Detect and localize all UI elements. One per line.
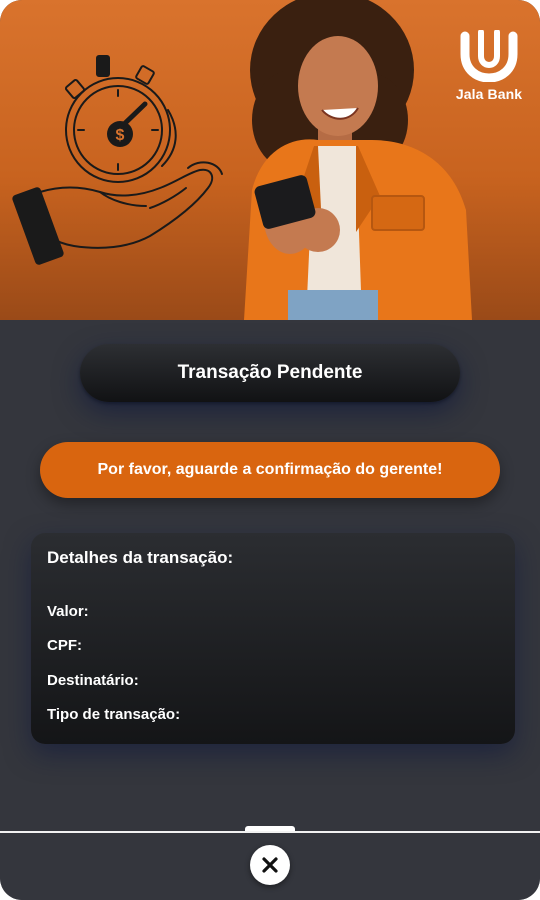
app-screen: $ Jala Bank Transação Pendente Por favor…: [0, 0, 540, 900]
close-icon: [262, 857, 278, 873]
svg-text:$: $: [116, 127, 125, 144]
detail-label-tipo: Tipo de transação:: [47, 706, 181, 723]
brand-block: Jala Bank: [448, 30, 530, 102]
detail-label-cpf: CPF:: [47, 637, 82, 654]
transaction-status-badge: Transação Pendente: [80, 344, 460, 402]
hero-banner: $ Jala Bank: [0, 0, 540, 320]
alert-label: Por favor, aguarde a confirmação do gere…: [97, 461, 443, 478]
detail-row-tipo: Tipo de transação:: [47, 706, 186, 723]
detail-row-valor: Valor:: [47, 603, 95, 620]
transaction-details-card: Detalhes da transação: Valor: CPF: Desti…: [31, 533, 515, 744]
jala-bank-logo-icon: [460, 30, 518, 82]
woman-photo: [244, 0, 472, 320]
detail-label-valor: Valor:: [47, 603, 89, 620]
detail-row-destinatario: Destinatário:: [47, 672, 145, 689]
close-button[interactable]: [250, 845, 290, 885]
details-title: Detalhes da transação:: [47, 548, 234, 567]
detail-label-destinatario: Destinatário:: [47, 672, 139, 689]
status-label: Transação Pendente: [177, 362, 363, 383]
stopwatch-coin-illustration: $: [12, 55, 223, 265]
detail-row-cpf: CPF:: [47, 637, 88, 654]
wait-confirmation-button[interactable]: Por favor, aguarde a confirmação do gere…: [40, 442, 500, 498]
brand-name: Jala Bank: [455, 86, 523, 102]
